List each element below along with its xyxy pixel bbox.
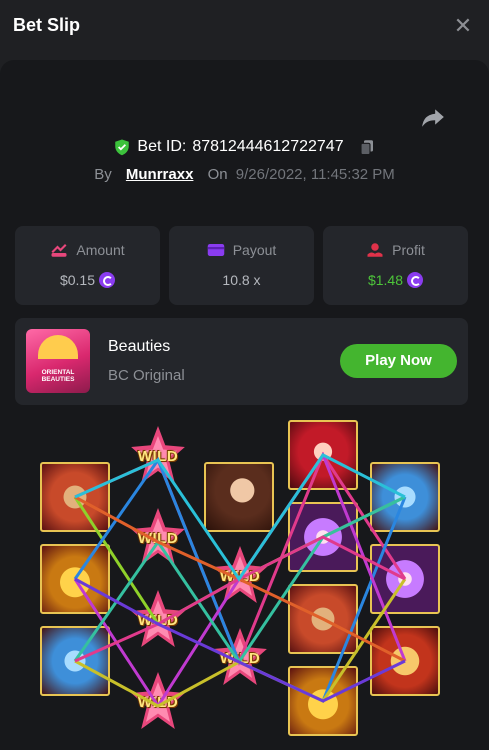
- amount-label: Amount: [76, 242, 125, 258]
- stat-payout: Payout 10.8 x: [169, 226, 314, 305]
- coin-icon: [407, 272, 424, 288]
- slot-result-grid: WILD WILD WILD WILD WILD WILD: [30, 418, 460, 750]
- mask-symbol: [288, 502, 358, 572]
- by-label: By: [94, 166, 112, 183]
- gold-ingot-symbol: [40, 544, 110, 614]
- payout-value: 10.8 x: [222, 272, 261, 288]
- comb-symbol: [370, 626, 440, 696]
- shield-check-icon: [115, 139, 130, 156]
- bet-date: 9/26/2022, 11:45:32 PM: [235, 166, 395, 183]
- crystal-symbol: [40, 626, 110, 696]
- bet-id-label: Bet ID:: [137, 138, 187, 155]
- fan-symbol: [288, 584, 358, 654]
- bet-id-row: Bet ID: 87812444612722747: [0, 138, 489, 156]
- stat-amount: Amount $0.15: [15, 226, 160, 305]
- wild-symbol: WILD: [122, 670, 194, 742]
- wild-symbol: WILD: [122, 506, 194, 578]
- game-provider: BC Original: [108, 367, 185, 384]
- page-title: Bet Slip: [13, 15, 81, 35]
- copy-icon[interactable]: [358, 138, 376, 156]
- amount-value: $0.15: [59, 272, 96, 288]
- bet-id-value: 87812444612722747: [192, 138, 344, 155]
- game-name: Beauties: [108, 338, 171, 355]
- play-now-button[interactable]: Play Now: [340, 344, 457, 378]
- game-thumbnail[interactable]: ORIENTAL BEAUTIES: [26, 329, 90, 393]
- header: Bet Slip ✕: [0, 0, 489, 56]
- fan-icon: [38, 335, 78, 359]
- crystal-symbol: [370, 462, 440, 532]
- gold-ingot-symbol: [288, 666, 358, 736]
- game-card: ORIENTAL BEAUTIES Beauties BC Original P…: [15, 318, 468, 405]
- payout-label: Payout: [232, 242, 277, 258]
- fan-symbol: [40, 462, 110, 532]
- mask-symbol: [370, 544, 440, 614]
- wild-symbol: WILD: [204, 626, 276, 698]
- red-lady-symbol: [288, 420, 358, 490]
- bet-stats: Amount $0.15 Payout 10.8 x Profit $1.48: [15, 226, 468, 305]
- wild-symbol: WILD: [122, 588, 194, 660]
- profit-value: $1.48: [367, 272, 404, 288]
- payout-icon: [207, 244, 224, 256]
- share-icon[interactable]: [420, 104, 446, 130]
- profit-label: Profit: [392, 242, 425, 258]
- profit-icon: [367, 243, 383, 257]
- lady-symbol: [204, 462, 274, 532]
- stat-profit: Profit $1.48: [323, 226, 468, 305]
- username-link[interactable]: Munrraxx: [126, 166, 194, 183]
- thumbnail-text: ORIENTAL BEAUTIES: [41, 369, 75, 383]
- wild-symbol: WILD: [122, 424, 194, 496]
- wild-symbol: WILD: [204, 544, 276, 616]
- bet-byline: By Munrraxx On 9/26/2022, 11:45:32 PM: [0, 166, 489, 183]
- amount-icon: [51, 244, 67, 257]
- coin-icon: [99, 272, 116, 288]
- on-label: On: [207, 166, 228, 183]
- close-icon[interactable]: ✕: [449, 12, 477, 40]
